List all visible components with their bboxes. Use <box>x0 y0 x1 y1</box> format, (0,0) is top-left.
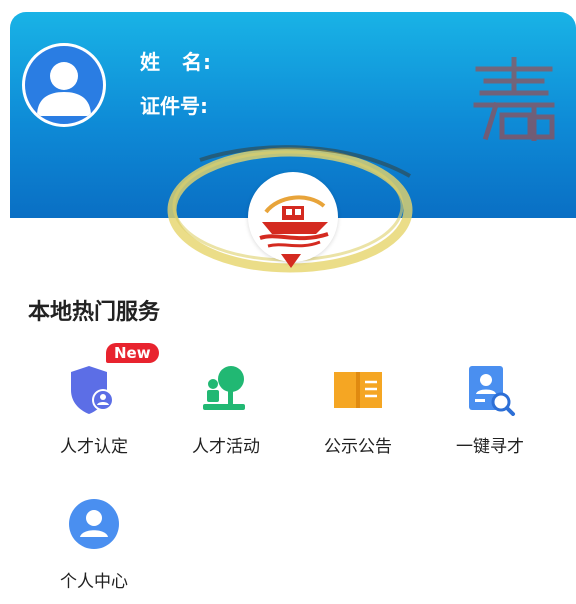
service-label: 人才认定 <box>60 437 128 457</box>
shield-user-icon <box>71 366 114 414</box>
service-label: 一键寻才 <box>456 437 524 457</box>
service-label: 个人中心 <box>60 572 128 592</box>
service-talent-certification[interactable]: 人才认定 <box>29 362 159 457</box>
user-silhouette-icon <box>37 62 91 116</box>
id-number-label: 证件号: <box>140 94 208 118</box>
service-talent-activity[interactable]: 人才活动 <box>161 362 291 457</box>
open-book-icon <box>334 372 382 408</box>
service-public-notice[interactable]: 公示公告 <box>293 362 423 457</box>
service-label: 人才活动 <box>192 437 260 457</box>
section-title: 本地热门服务 <box>28 300 161 325</box>
service-find-talent[interactable]: 一键寻才 <box>425 362 555 457</box>
service-personal-center[interactable]: 个人中心 <box>29 497 159 592</box>
search-profile-icon <box>469 366 515 416</box>
main-card: 姓 名: 证件号: 本地热门服务 人才认定 New 人才活动 公示公告 一键寻才… <box>10 12 576 604</box>
red-boat-icon <box>259 195 329 248</box>
name-label: 姓 名: <box>140 50 212 74</box>
app-logo[interactable] <box>248 172 338 262</box>
avatar[interactable] <box>22 43 106 127</box>
service-label: 公示公告 <box>324 437 392 457</box>
new-badge: New <box>106 343 159 363</box>
user-circle-icon <box>69 499 119 549</box>
chevron-down-icon <box>281 254 301 268</box>
person-tree-icon <box>203 366 245 410</box>
seal-logo <box>473 57 555 141</box>
